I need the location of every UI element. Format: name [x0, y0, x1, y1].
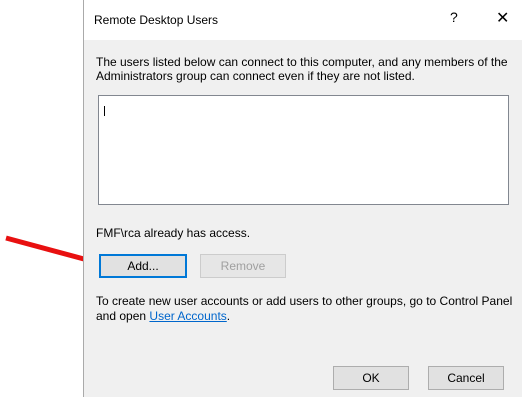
remote-desktop-users-dialog: Remote Desktop Users ? ✕ The users liste… [83, 0, 522, 397]
users-listbox[interactable] [98, 95, 509, 205]
info-text: To create new user accounts or add users… [96, 294, 521, 324]
close-icon[interactable]: ✕ [496, 8, 509, 28]
listbox-caret [104, 106, 105, 116]
title-bar: Remote Desktop Users ? ✕ [84, 0, 522, 40]
ok-button[interactable]: OK [333, 366, 409, 390]
add-button[interactable]: Add... [99, 254, 187, 278]
cancel-button[interactable]: Cancel [428, 366, 504, 390]
user-accounts-link[interactable]: User Accounts [149, 309, 226, 323]
help-icon[interactable]: ? [450, 9, 458, 25]
arrow-shaft [5, 235, 96, 265]
remove-button[interactable]: Remove [200, 254, 286, 278]
access-status-text: FMF\rca already has access. [96, 226, 251, 240]
dialog-title: Remote Desktop Users [94, 13, 219, 27]
description-text: The users listed below can connect to th… [96, 55, 508, 83]
info-text-period: . [226, 309, 231, 323]
